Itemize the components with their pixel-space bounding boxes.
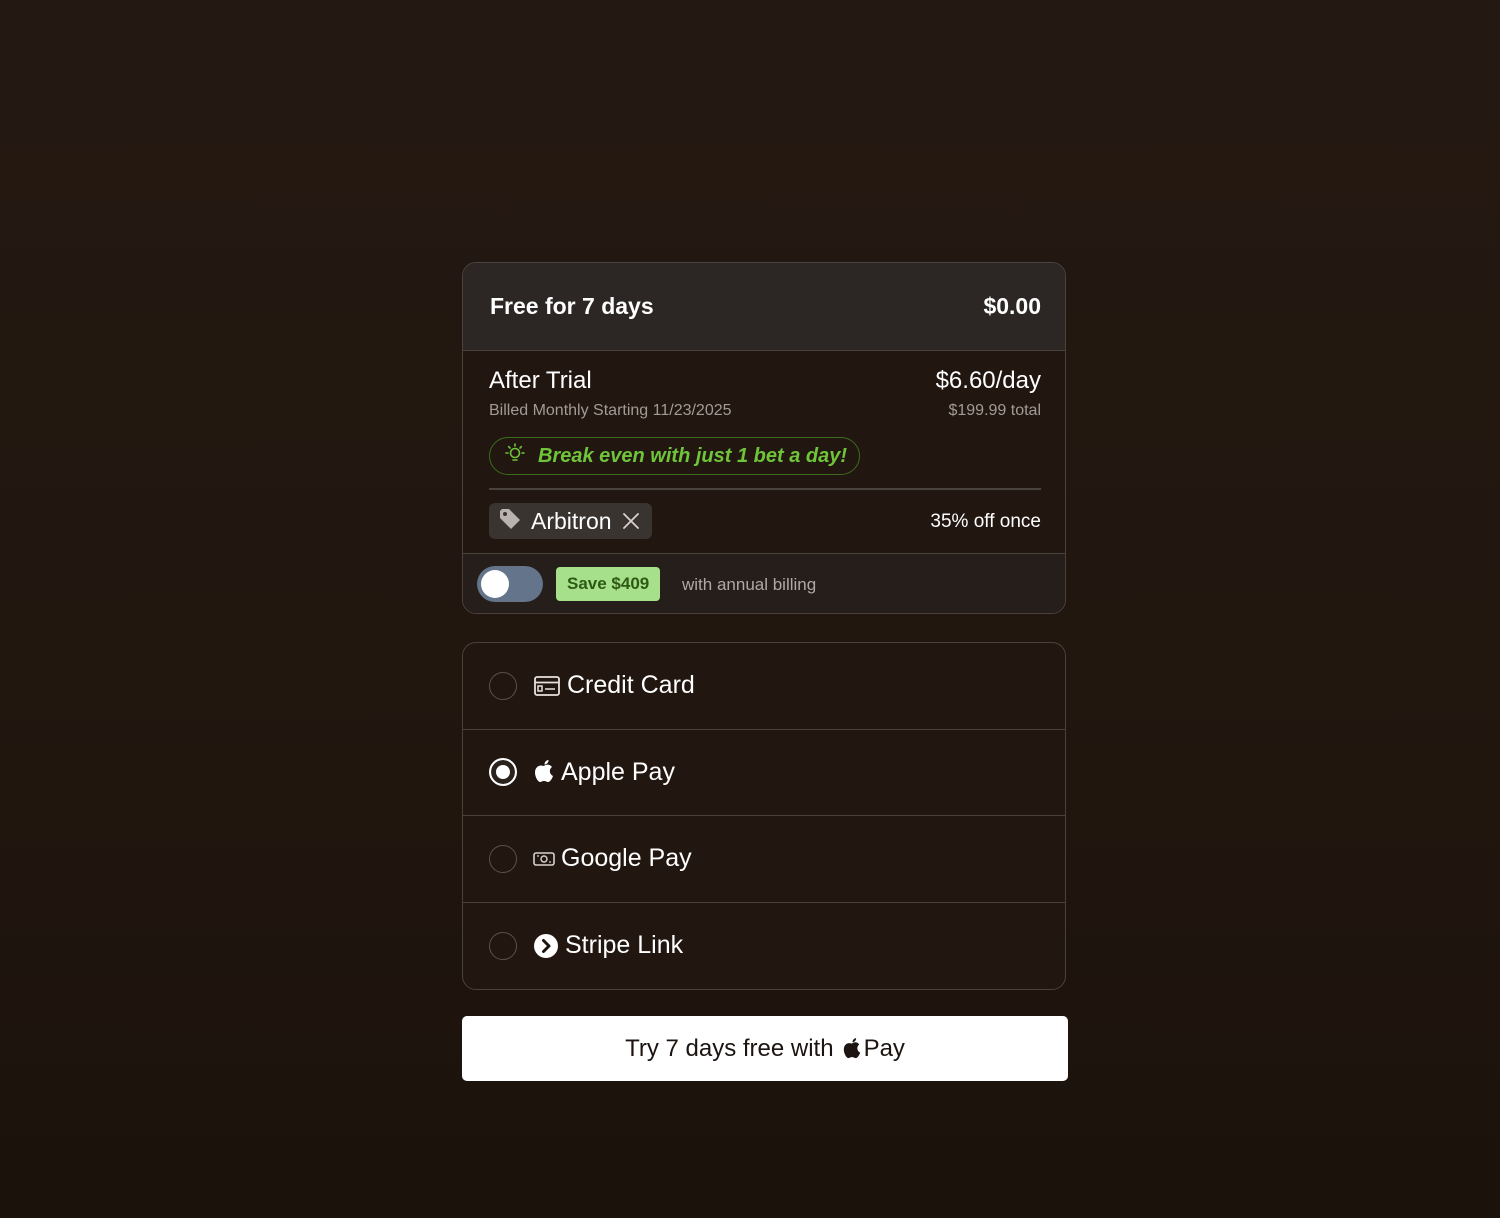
radio-google-pay[interactable] (489, 844, 517, 873)
apple-icon (842, 1037, 862, 1061)
coupon-code: Arbitron (531, 507, 612, 534)
billing-start-text: Billed Monthly Starting 11/23/2025 (489, 402, 732, 419)
toggle-knob (481, 570, 509, 598)
google-pay-icon (533, 849, 555, 869)
break-even-text: Break even with just 1 bet a day! (538, 444, 847, 467)
tag-icon (497, 506, 523, 537)
discount-text: 35% off once (930, 511, 1041, 532)
after-trial-price: $6.60/day (935, 367, 1041, 394)
remove-coupon-icon[interactable] (620, 510, 642, 532)
credit-card-icon (533, 674, 561, 698)
lightbulb-icon (502, 441, 528, 472)
annual-billing-row: Save $409 with annual billing (463, 554, 1065, 613)
trial-title: Free for 7 days (490, 293, 654, 319)
cta-suffix: Pay (863, 1034, 905, 1062)
try-free-button[interactable]: Try 7 days free with Pay (462, 1016, 1068, 1081)
radio-credit-card[interactable] (489, 671, 517, 700)
divider (489, 488, 1041, 490)
payment-label: Stripe Link (565, 931, 684, 960)
radio-apple-pay[interactable] (489, 758, 517, 787)
trial-header: Free for 7 days $0.00 (463, 263, 1065, 351)
save-badge: Save $409 (556, 567, 661, 601)
payment-methods: Credit Card Apple Pay Google Pay Stripe … (462, 642, 1066, 990)
coupon-row: Arbitron 35% off once (463, 491, 1065, 554)
payment-option-credit-card[interactable]: Credit Card (463, 643, 1065, 730)
apple-icon (533, 759, 555, 785)
cta-prefix: Try 7 days free with (625, 1034, 834, 1062)
payment-label: Google Pay (561, 844, 692, 873)
after-trial-title: After Trial (489, 367, 592, 394)
payment-option-stripe-link[interactable]: Stripe Link (463, 903, 1065, 990)
payment-option-google-pay[interactable]: Google Pay (463, 816, 1065, 903)
annual-billing-label: with annual billing (682, 575, 817, 594)
trial-price: $0.00 (983, 293, 1041, 319)
radio-stripe-link[interactable] (489, 931, 517, 960)
payment-option-apple-pay[interactable]: Apple Pay (463, 730, 1065, 816)
total-price-text: $199.99 total (948, 402, 1041, 419)
break-even-badge: Break even with just 1 bet a day! (489, 437, 860, 475)
annual-billing-toggle[interactable] (477, 566, 543, 602)
plan-summary-card: Free for 7 days $0.00 After Trial $6.60/… (462, 262, 1066, 614)
payment-label: Credit Card (567, 671, 695, 700)
stripe-link-icon (533, 933, 559, 959)
coupon-chip: Arbitron (489, 503, 652, 539)
after-trial-section: After Trial $6.60/day Billed Monthly Sta… (463, 351, 1065, 491)
payment-label: Apple Pay (561, 757, 675, 786)
